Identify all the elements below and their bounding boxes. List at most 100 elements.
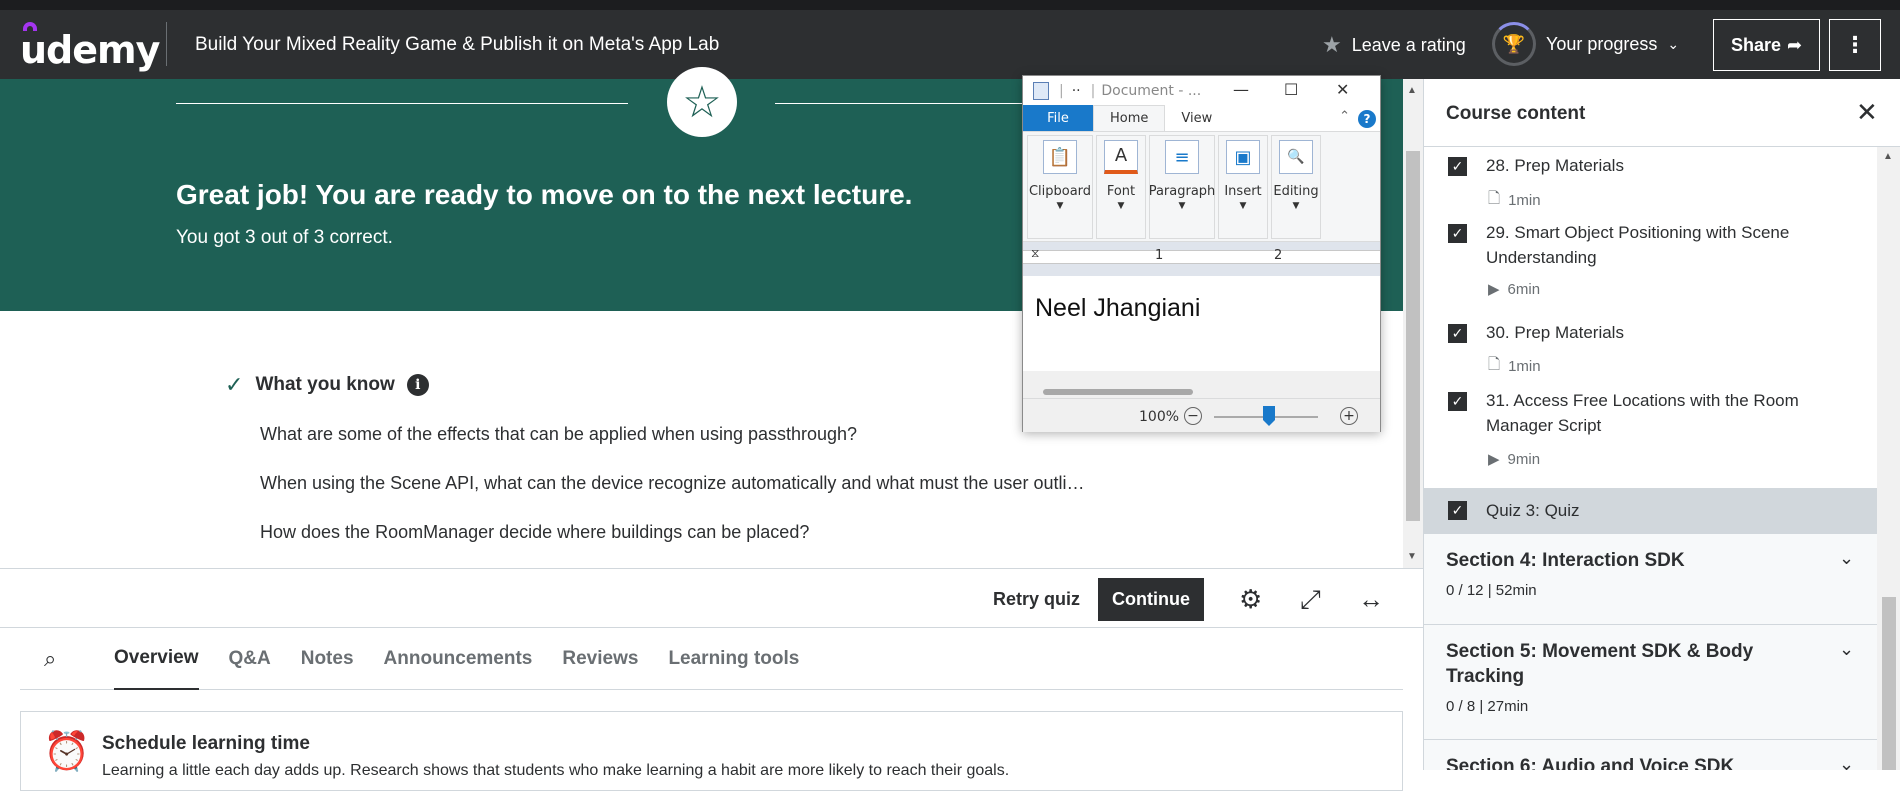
- top-bar: udemy Build Your Mixed Reality Game & Pu…: [0, 0, 1900, 79]
- schedule-title: Schedule learning time: [102, 733, 310, 754]
- scrollbar-thumb[interactable]: [1882, 597, 1896, 770]
- wordpad-titlebar[interactable]: | ·· | Document - ... — ☐ ✕: [1023, 76, 1380, 106]
- binoculars-icon: 🔍: [1279, 140, 1313, 174]
- paragraph-group[interactable]: ≡ Paragraph ▼: [1149, 135, 1215, 239]
- video-icon: ▶: [1488, 451, 1500, 468]
- file-menu[interactable]: File: [1023, 105, 1093, 131]
- font-group[interactable]: A Font ▼: [1096, 135, 1146, 239]
- course-content-panel: Course content ✕ ✓ 28. Prep Materials 🗋 1…: [1423, 79, 1900, 770]
- retry-quiz-button[interactable]: Retry quiz: [993, 589, 1080, 610]
- udemy-logo[interactable]: udemy: [20, 22, 160, 72]
- result-score: You got 3 out of 3 correct.: [176, 227, 393, 248]
- indent-marker-icon[interactable]: ⧖: [1031, 246, 1039, 261]
- tab-home[interactable]: Home: [1093, 105, 1166, 131]
- tab-reviews[interactable]: Reviews: [562, 628, 638, 690]
- know-item: How does the RoomManager decide where bu…: [260, 522, 810, 542]
- minimize-icon[interactable]: —: [1233, 80, 1249, 99]
- leave-rating-button[interactable]: ★ Leave a rating: [1322, 32, 1466, 58]
- continue-button[interactable]: Continue: [1098, 578, 1204, 621]
- wordpad-ribbon: 📋 Clipboard ▼ A Font ▼ ≡ Paragraph ▼ ▣ I…: [1023, 132, 1380, 242]
- editing-group[interactable]: 🔍 Editing ▼: [1271, 135, 1321, 239]
- collapse-ribbon-icon[interactable]: ⌃: [1339, 109, 1350, 124]
- section-header[interactable]: Section 4: Interaction SDK 0 / 12 | 52mi…: [1424, 533, 1877, 624]
- wordpad-ruler[interactable]: ⧖ 1 2: [1023, 242, 1380, 276]
- trophy-icon: 🏆: [1492, 22, 1536, 66]
- lecture-title: 28. Prep Materials: [1486, 156, 1624, 175]
- close-icon[interactable]: ✕: [1336, 80, 1349, 99]
- zoom-out-icon[interactable]: −: [1184, 407, 1202, 425]
- scrollbar-thumb[interactable]: [1406, 151, 1420, 521]
- zoom-level: 100%: [1139, 409, 1180, 425]
- course-title[interactable]: Build Your Mixed Reality Game & Publish …: [195, 34, 719, 56]
- wordpad-title: Document - ...: [1101, 83, 1202, 99]
- checkbox-checked[interactable]: ✓: [1448, 501, 1467, 520]
- banner-line-left: [176, 103, 628, 104]
- settings-gear-icon[interactable]: ⚙: [1239, 584, 1262, 615]
- ruler-mark: 2: [1274, 248, 1283, 263]
- star-badge-icon: ☆: [667, 67, 737, 137]
- close-icon[interactable]: ✕: [1856, 97, 1878, 128]
- scrollbar-thumb[interactable]: [1043, 389, 1193, 395]
- what-you-know: ✓ What you know i: [225, 372, 429, 398]
- tab-qa[interactable]: Q&A: [229, 628, 271, 690]
- panel-scrollbar[interactable]: ▲: [1877, 147, 1900, 770]
- alarm-clock-icon: ⏰: [43, 731, 91, 773]
- your-progress-button[interactable]: 🏆 Your progress ⌄: [1492, 22, 1679, 66]
- kebab-menu-icon[interactable]: ⋮: [1829, 19, 1881, 71]
- lecture-item[interactable]: ✓ 31. Access Free Locations with the Roo…: [1424, 383, 1877, 483]
- lecture-item-active[interactable]: ✓ Quiz 3: Quiz: [1424, 488, 1877, 533]
- leave-rating-label: Leave a rating: [1351, 34, 1466, 55]
- help-icon[interactable]: ?: [1358, 110, 1376, 128]
- info-icon[interactable]: i: [406, 374, 429, 396]
- lecture-item[interactable]: ✓ 28. Prep Materials 🗋 1min: [1424, 147, 1877, 215]
- wordpad-hscrollbar[interactable]: [1023, 386, 1380, 398]
- clipboard-icon: 📋: [1043, 140, 1077, 174]
- lecture-title: Quiz 3: Quiz: [1486, 501, 1580, 520]
- checkbox-checked[interactable]: ✓: [1448, 392, 1467, 411]
- know-item: When using the Scene API, what can the d…: [260, 473, 1085, 493]
- checkbox-checked[interactable]: ✓: [1448, 324, 1467, 343]
- clipboard-group[interactable]: 📋 Clipboard ▼: [1027, 135, 1093, 239]
- lecture-item[interactable]: ✓ 29. Smart Object Positioning with Scen…: [1424, 215, 1877, 315]
- section-header[interactable]: Section 6: Audio and Voice SDK ⌄: [1424, 739, 1877, 770]
- chevron-down-icon: ⌄: [1839, 754, 1855, 770]
- schedule-description: Learning a little each day adds up. Rese…: [102, 762, 1010, 779]
- insert-group[interactable]: ▣ Insert ▼: [1218, 135, 1268, 239]
- wordpad-ribbon-tabs: File Home View ⌃ ?: [1023, 105, 1380, 132]
- paragraph-icon: ≡: [1165, 140, 1199, 174]
- scroll-up-arrow-icon[interactable]: ▲: [1883, 151, 1893, 162]
- share-button[interactable]: Share ➦: [1713, 19, 1820, 71]
- font-icon: A: [1104, 140, 1138, 174]
- scroll-up-arrow-icon[interactable]: ▲: [1407, 85, 1417, 96]
- expand-width-icon[interactable]: ↔: [1358, 584, 1384, 615]
- panel-header: Course content ✕: [1424, 79, 1900, 147]
- ruler-strip: [1023, 250, 1380, 264]
- tab-notes[interactable]: Notes: [301, 628, 354, 690]
- tab-learning-tools[interactable]: Learning tools: [668, 628, 799, 690]
- chevron-down-icon: ▼: [1056, 201, 1064, 211]
- file-icon: 🗋: [1488, 190, 1501, 207]
- search-icon[interactable]: ⌕: [44, 646, 84, 672]
- tab-announcements[interactable]: Announcements: [384, 628, 533, 690]
- checkbox-checked[interactable]: ✓: [1448, 224, 1467, 243]
- lecture-item[interactable]: ✓ 30. Prep Materials 🗋 1min: [1424, 315, 1877, 383]
- quick-access-toolbar[interactable]: ··: [1072, 83, 1081, 99]
- checkbox-checked[interactable]: ✓: [1448, 157, 1467, 176]
- document-text[interactable]: Neel Jhangiani: [1035, 294, 1200, 323]
- tab-view[interactable]: View: [1165, 105, 1228, 131]
- main-scrollbar[interactable]: ▲ ▼: [1403, 79, 1423, 568]
- schedule-learning-card: ⏰ Schedule learning time Learning a litt…: [20, 711, 1403, 791]
- maximize-icon[interactable]: ☐: [1284, 80, 1298, 99]
- section-title: Section 5: Movement SDK & Body Tracking: [1446, 641, 1754, 687]
- zoom-slider-handle[interactable]: [1263, 406, 1275, 426]
- scroll-down-arrow-icon[interactable]: ▼: [1407, 551, 1417, 562]
- tab-overview[interactable]: Overview: [114, 628, 199, 690]
- fullscreen-icon[interactable]: ⤢: [1300, 584, 1321, 616]
- result-heading: Great job! You are ready to move on to t…: [176, 179, 913, 210]
- section-header[interactable]: Section 5: Movement SDK & Body Tracking …: [1424, 624, 1877, 739]
- wordpad-document[interactable]: Neel Jhangiani: [1023, 276, 1380, 371]
- header-divider: [166, 22, 167, 66]
- wordpad-window[interactable]: | ·· | Document - ... — ☐ ✕ File Home Vi…: [1022, 75, 1381, 432]
- zoom-in-icon[interactable]: +: [1340, 407, 1358, 425]
- section-title: Section 4: Interaction SDK: [1446, 550, 1685, 571]
